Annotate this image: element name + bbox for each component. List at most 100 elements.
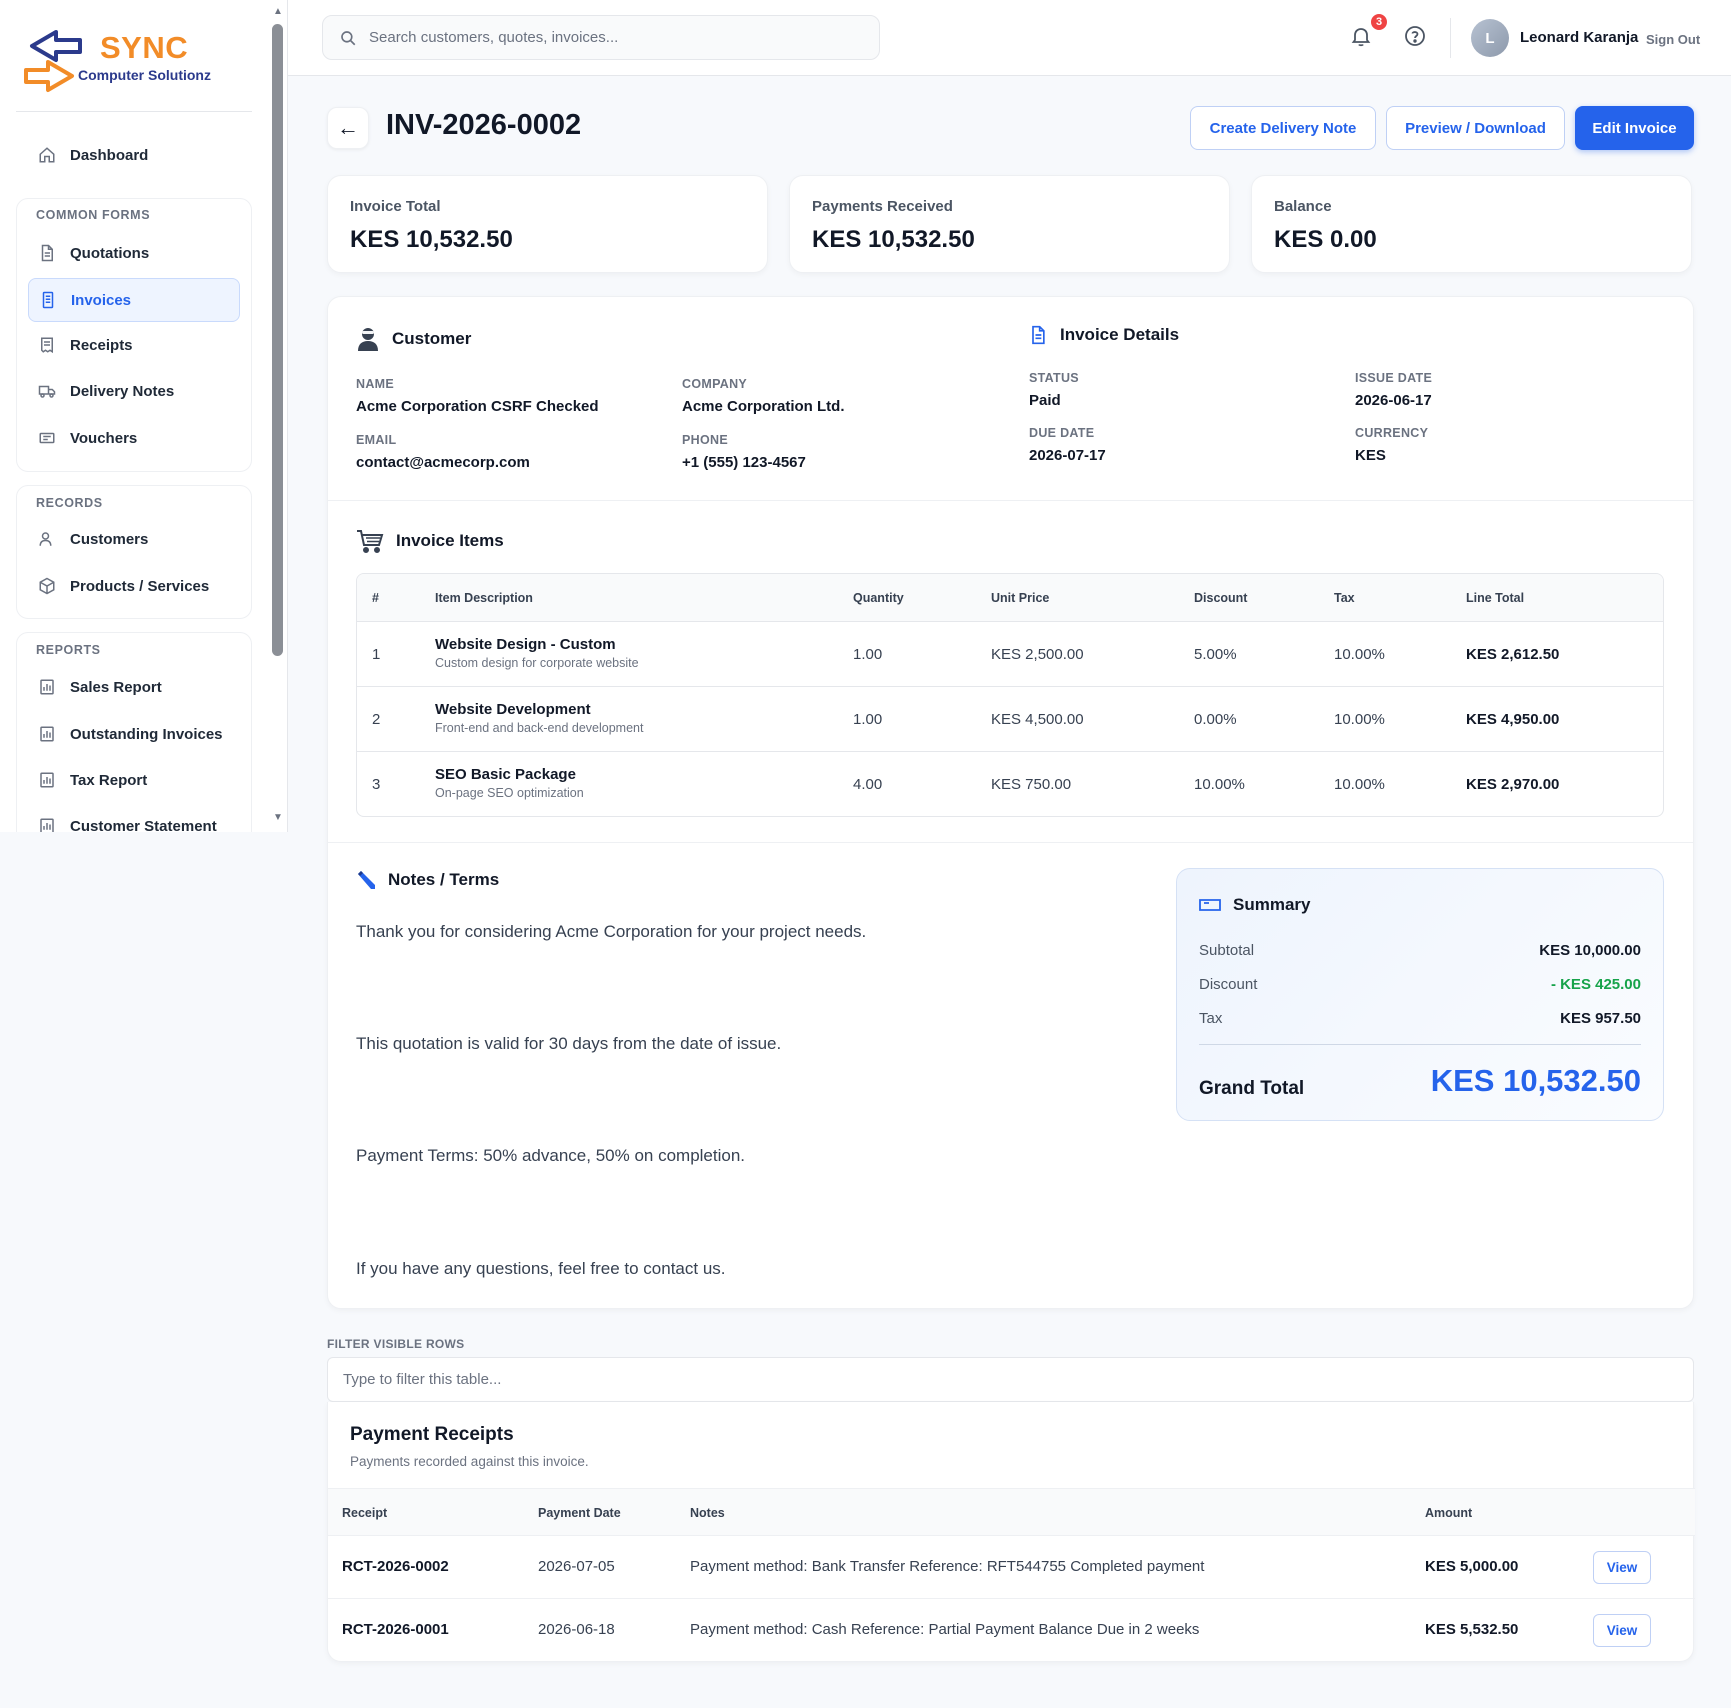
discount-label: Discount — [1199, 976, 1258, 993]
summary-divider — [1199, 1044, 1641, 1045]
item-discount: 0.00% — [1194, 711, 1237, 728]
create-delivery-note-button[interactable]: Create Delivery Note — [1190, 106, 1376, 150]
subtotal-value: KES 10,000.00 — [1539, 942, 1641, 959]
item-title: SEO Basic Package — [435, 766, 576, 783]
currency-value: KES — [1355, 447, 1386, 464]
sidebar-item-label: Dashboard — [70, 146, 149, 164]
sidebar-item-customer-statement[interactable]: Customer Statement — [28, 805, 240, 832]
scroll-up-arrow[interactable]: ▲ — [272, 6, 284, 17]
payment-amount: KES 5,532.50 — [1425, 1621, 1519, 1638]
logo-divider — [16, 111, 252, 112]
item-tax: 10.00% — [1334, 776, 1385, 793]
column-header: Amount — [1425, 1506, 1473, 1520]
status-label: STATUS — [1029, 371, 1079, 385]
customer-name-value: Acme Corporation CSRF Checked — [356, 398, 599, 415]
sidebar-item-outstanding-invoices[interactable]: Outstanding Invoices — [28, 713, 240, 755]
table-row: 1 Website Design - Custom Custom design … — [357, 622, 1663, 687]
company-label: COMPANY — [682, 377, 748, 391]
document-icon — [1028, 324, 1048, 346]
top-bar: 3 L Leonard Karanja Sign Out — [288, 0, 1731, 76]
item-subtitle: Custom design for corporate website — [435, 656, 639, 670]
header-divider — [1450, 18, 1451, 58]
arrow-left-icon: ← — [337, 115, 359, 140]
payment-notes: Payment method: Bank Transfer Reference:… — [690, 1558, 1205, 1575]
item-subtitle: On-page SEO optimization — [435, 786, 584, 800]
stat-card-invoice-total: Invoice Total KES 10,532.50 — [327, 175, 768, 273]
column-header: Payment Date — [538, 1506, 621, 1520]
table-filter-input[interactable] — [327, 1357, 1694, 1402]
pencil-icon — [356, 870, 376, 890]
item-quantity: 4.00 — [853, 776, 883, 793]
person-icon — [356, 326, 380, 352]
edit-invoice-button[interactable]: Edit Invoice — [1575, 106, 1694, 150]
stat-label: Invoice Total — [350, 198, 441, 215]
sidebar-item-products-services[interactable]: Products / Services — [28, 565, 240, 607]
back-button[interactable]: ← — [327, 107, 369, 149]
avatar[interactable]: L — [1471, 19, 1509, 57]
search-input[interactable] — [369, 29, 849, 46]
customer-heading-text: Customer — [392, 329, 472, 348]
column-header: Notes — [690, 1506, 725, 1520]
item-description: SEO Basic Package On-page SEO optimizati… — [435, 766, 584, 800]
section-divider — [328, 500, 1693, 501]
page-title: INV-2026-0002 — [386, 109, 582, 141]
receipt-number: RCT-2026-0002 — [342, 1558, 449, 1575]
tax-value: KES 957.50 — [1560, 1010, 1641, 1027]
grand-total-label: Grand Total — [1199, 1078, 1305, 1099]
column-header: Discount — [1194, 591, 1248, 605]
sidebar-item-customers[interactable]: Customers — [28, 518, 240, 560]
report-icon — [38, 725, 56, 743]
table-row: 3 SEO Basic Package On-page SEO optimiza… — [357, 752, 1663, 816]
scroll-down-arrow[interactable]: ▼ — [272, 812, 284, 823]
notes-heading: Notes / Terms — [356, 870, 499, 890]
currency-label: CURRENCY — [1355, 426, 1429, 440]
phone-label: PHONE — [682, 433, 728, 447]
sidebar-item-label: Invoices — [71, 291, 132, 309]
sidebar-item-vouchers[interactable]: Vouchers — [28, 417, 240, 459]
preview-download-button[interactable]: Preview / Download — [1386, 106, 1565, 150]
status-value: Paid — [1029, 392, 1061, 409]
notification-badge: 3 — [1369, 12, 1389, 32]
help-icon[interactable] — [1403, 24, 1427, 48]
voucher-icon — [38, 429, 56, 447]
item-unit-price: KES 750.00 — [991, 776, 1072, 793]
stat-label: Payments Received — [812, 198, 953, 215]
view-receipt-button[interactable]: View — [1593, 1614, 1651, 1647]
column-header: Receipt — [342, 1506, 388, 1520]
sidebar-item-invoices[interactable]: Invoices — [28, 278, 240, 322]
view-receipt-button[interactable]: View — [1593, 1551, 1651, 1584]
cart-icon — [356, 528, 384, 554]
item-number: 3 — [372, 776, 381, 793]
logo-name: SYNC — [100, 30, 189, 65]
sign-out-link[interactable]: Sign Out — [1646, 32, 1700, 47]
issue-date-label: ISSUE DATE — [1355, 371, 1433, 385]
payment-receipts-card: Payment Receipts Payments recorded again… — [327, 1402, 1695, 1662]
sidebar-item-label: Receipts — [70, 336, 133, 354]
sidebar-item-delivery-notes[interactable]: Delivery Notes — [28, 370, 240, 412]
invoice-items-heading: Invoice Items — [356, 528, 504, 554]
customer-heading: Customer — [356, 326, 471, 352]
sidebar-item-tax-report[interactable]: Tax Report — [28, 759, 240, 801]
column-header: # — [372, 591, 379, 605]
sidebar-item-label: Sales Report — [70, 678, 162, 696]
sidebar-item-sales-report[interactable]: Sales Report — [28, 666, 240, 708]
search-box[interactable] — [322, 15, 880, 60]
discount-value: - KES 425.00 — [1550, 976, 1641, 993]
item-number: 1 — [372, 646, 381, 663]
sidebar-item-receipts[interactable]: Receipts — [28, 324, 240, 366]
summary-heading: Summary — [1199, 895, 1310, 915]
report-icon — [38, 771, 56, 789]
invoice-items-table: # Item Description Quantity Unit Price D… — [356, 573, 1664, 817]
table-header-row: # Item Description Quantity Unit Price D… — [357, 574, 1663, 622]
bell-icon[interactable] — [1349, 24, 1373, 48]
company-logo[interactable]: SYNC Computer Solutionz — [22, 26, 252, 96]
sidebar-item-quotations[interactable]: Quotations — [28, 232, 240, 274]
item-title: Website Development — [435, 701, 591, 718]
payment-amount: KES 5,000.00 — [1425, 1558, 1519, 1575]
tax-row: Tax KES 957.50 — [1199, 1010, 1641, 1027]
sidebar-item-dashboard[interactable]: Dashboard — [28, 134, 240, 176]
user-icon — [38, 530, 56, 548]
sidebar-scrollbar-thumb[interactable] — [272, 24, 283, 656]
stat-card-balance: Balance KES 0.00 — [1251, 175, 1692, 273]
column-header: Line Total — [1466, 591, 1525, 605]
